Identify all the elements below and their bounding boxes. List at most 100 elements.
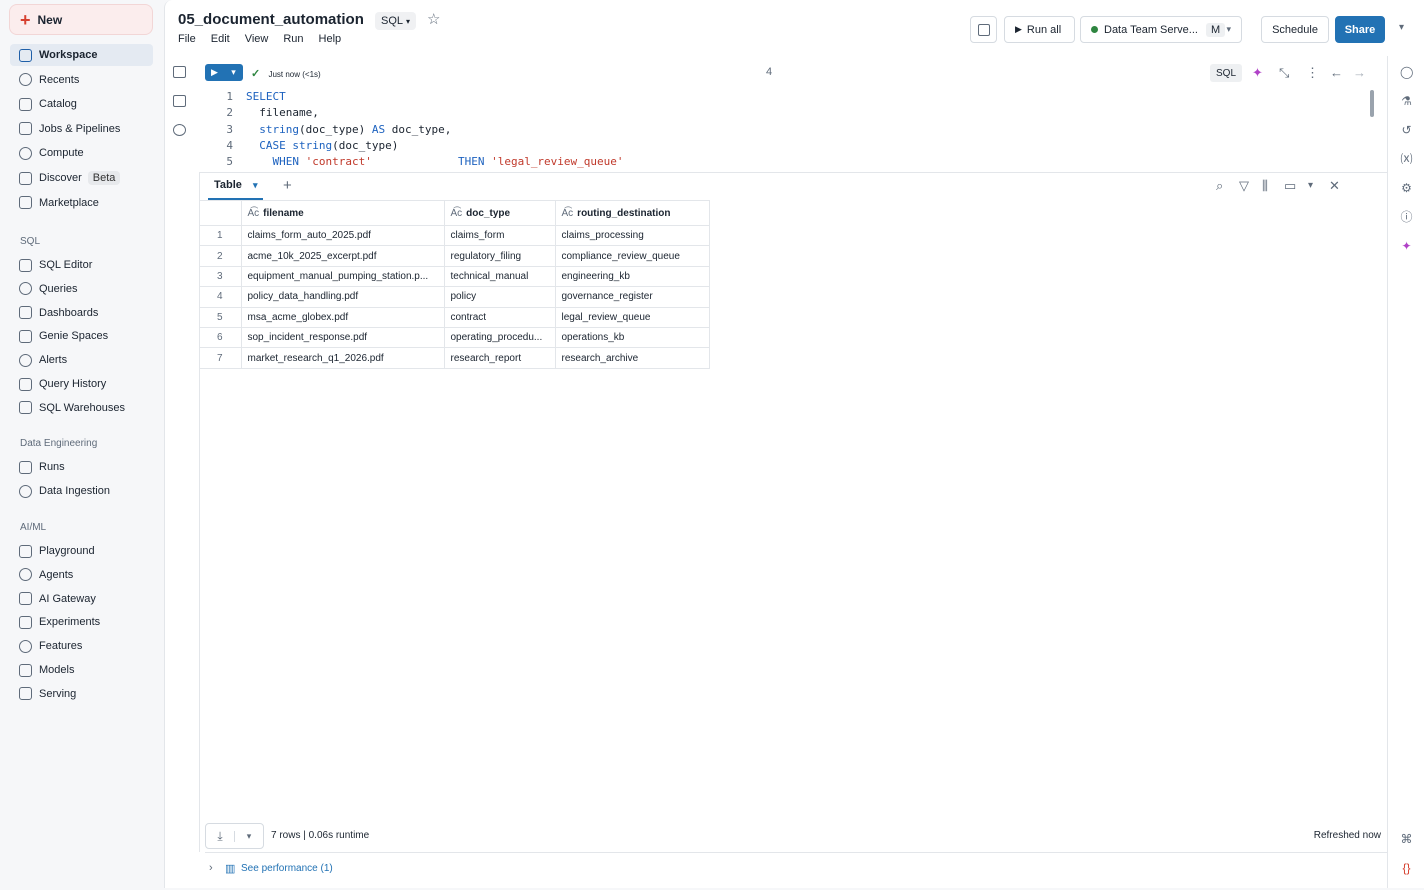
ai-gateway-icon xyxy=(19,592,32,606)
sidebar-item-agents[interactable]: Agents xyxy=(10,564,153,586)
search-icon[interactable]: ⌕ xyxy=(1216,178,1223,194)
folder-icon[interactable] xyxy=(173,95,186,107)
assistant-icon[interactable]: ✦ xyxy=(1400,240,1413,253)
table-row[interactable]: 4 policy_data_handling.pdf policy governanc… xyxy=(199,286,710,308)
panel-icon[interactable]: ▭ xyxy=(1284,178,1296,194)
table-row[interactable]: 3 equipment_manual_pumping_station.p... te… xyxy=(199,266,710,288)
sidebar-item-dashboards[interactable]: Dashboards xyxy=(10,302,153,324)
settings-sliders-icon[interactable]: ⚙ xyxy=(1400,182,1413,195)
history-icon[interactable]: ↺ xyxy=(1400,124,1413,137)
table-row[interactable]: 1 claims_form_auto_2025.pdf claims_form cla… xyxy=(199,225,710,247)
sidebar-item-marketplace[interactable]: Marketplace xyxy=(10,192,153,214)
editor-scrollbar[interactable] xyxy=(1370,90,1374,117)
see-performance-link[interactable]: See performance (1) xyxy=(241,863,333,874)
table-cell: policy_data_handling.pdf xyxy=(241,286,445,308)
table-of-contents-icon[interactable] xyxy=(173,66,186,78)
sidebar-item-models[interactable]: Models xyxy=(10,659,153,681)
sidebar-item-data-ingestion[interactable]: Data Ingestion xyxy=(10,480,153,502)
sidebar-item-query-history[interactable]: Query History xyxy=(10,373,153,395)
code-editor[interactable]: 1 SELECT 2 filename, 3 string (doc_type) AS … xyxy=(205,89,1370,170)
column-header-filename[interactable]: A͡c filename xyxy=(241,200,445,226)
command-icon[interactable]: ⌘ xyxy=(1400,833,1413,846)
code-line: 3 string (doc_type) AS doc_type, xyxy=(205,122,1370,138)
table-row[interactable]: 7 market_research_q1_2026.pdf research_rep… xyxy=(199,347,710,369)
menu-edit[interactable]: Edit xyxy=(211,33,230,45)
schedule-button[interactable]: Schedule xyxy=(1261,16,1329,43)
table-cell: research_report xyxy=(444,347,556,369)
column-header-doc-type[interactable]: A͡c doc_type xyxy=(444,200,556,226)
close-icon[interactable]: ✕ xyxy=(1329,178,1340,194)
tab-table[interactable]: Table ▾ xyxy=(214,179,258,191)
sidebar-item-compute[interactable]: Compute xyxy=(10,142,153,164)
menu-view[interactable]: View xyxy=(245,33,269,45)
sidebar-item-sql-warehouses[interactable]: SQL Warehouses xyxy=(10,397,153,419)
download-button[interactable]: ⤓ ▾ xyxy=(205,823,264,849)
star-icon[interactable]: ☆ xyxy=(427,10,440,28)
run-cell-button[interactable]: ▶ ▾ xyxy=(205,64,243,81)
shapes-icon[interactable] xyxy=(173,124,186,136)
table-cell: operations_kb xyxy=(555,327,710,349)
filter-icon[interactable]: ▽ xyxy=(1239,178,1249,194)
arrow-left-icon[interactable]: ← xyxy=(1330,65,1343,80)
table-cell: engineering_kb xyxy=(555,266,710,288)
left-rail xyxy=(173,66,191,153)
column-icon[interactable]: ⫼ xyxy=(1262,178,1268,194)
kebab-menu-icon[interactable]: ⋮ xyxy=(1306,65,1319,81)
cell-language-tag[interactable]: SQL xyxy=(1210,64,1243,82)
notebook-title[interactable]: 05_document_automation xyxy=(178,11,364,28)
menu-file[interactable]: File xyxy=(178,33,196,45)
table-row[interactable]: 6 sop_incident_response.pdf operating_proc… xyxy=(199,327,710,349)
table-cell: compliance_review_queue xyxy=(555,245,710,267)
sidebar-item-catalog[interactable]: Catalog xyxy=(10,93,153,115)
share-button[interactable]: Share xyxy=(1335,16,1385,43)
sidebar-item-genie-spaces[interactable]: Genie Spaces xyxy=(10,325,153,347)
collapse-icon[interactable]: ⤡ xyxy=(1279,65,1289,81)
sidebar-item-recents[interactable]: Recents xyxy=(10,69,153,91)
sidebar-item-label: Catalog xyxy=(39,98,77,111)
layout-toggle-button[interactable] xyxy=(970,16,997,43)
sidebar-item-label: SQL Editor xyxy=(39,259,93,271)
sidebar-item-jobs-pipelines[interactable]: Jobs & Pipelines xyxy=(10,118,153,140)
info-icon[interactable]: ⓘ xyxy=(1400,211,1413,224)
braces-icon[interactable]: {} xyxy=(1400,862,1413,875)
language-selector[interactable]: SQL ▾ xyxy=(375,12,417,30)
run-all-button[interactable]: ▶ Run all xyxy=(1004,16,1075,43)
row-number: 5 xyxy=(199,307,242,328)
table-header-row: A͡c filename A͡c doc_type A͡c routing_destina… xyxy=(199,200,710,226)
comment-icon[interactable]: ◯ xyxy=(1400,66,1413,79)
chevron-right-icon[interactable]: › xyxy=(209,862,213,874)
sidebar-item-label: AI Gateway xyxy=(39,592,96,605)
arrow-right-icon[interactable]: → xyxy=(1353,65,1366,80)
experiment-icon[interactable]: ⚗ xyxy=(1400,95,1413,108)
chevron-down-icon[interactable]: ▾ xyxy=(1399,22,1404,33)
code-token: 'legal_review_queue' xyxy=(491,155,624,169)
assistant-icon[interactable]: ✦ xyxy=(1252,65,1263,81)
variables-icon[interactable]: ⒳ xyxy=(1400,153,1413,166)
sidebar-item-label: Features xyxy=(39,640,83,653)
table-row[interactable]: 5 msa_acme_globex.pdf contract legal_review… xyxy=(199,307,710,328)
sidebar-item-sql-editor[interactable]: SQL Editor xyxy=(10,254,153,276)
sidebar-item-experiments[interactable]: Experiments xyxy=(10,611,153,633)
sidebar-item-queries[interactable]: Queries xyxy=(10,278,153,300)
agents-icon xyxy=(19,568,32,582)
code-token: doc_type, xyxy=(385,122,452,136)
add-visualization-icon[interactable]: + xyxy=(283,177,292,194)
sidebar-item-playground[interactable]: Playground xyxy=(10,540,153,562)
sidebar-item-workspace[interactable]: Workspace xyxy=(10,44,153,66)
sidebar-item-runs[interactable]: Runs xyxy=(10,456,153,478)
sidebar-item-alerts[interactable]: Alerts xyxy=(10,349,153,371)
sidebar-item-features[interactable]: Features xyxy=(10,635,153,657)
chevron-down-icon[interactable]: ▾ xyxy=(1308,180,1313,191)
sidebar-item-serving[interactable]: Serving xyxy=(10,683,153,705)
sidebar-item-discover[interactable]: Discover Beta xyxy=(10,167,153,189)
compute-selector[interactable]: Data Team Serve... M ▾ xyxy=(1080,16,1242,43)
menu-help[interactable]: Help xyxy=(319,33,342,45)
table-row[interactable]: 2 acme_10k_2025_excerpt.pdf regulatory_fil… xyxy=(199,245,710,267)
column-header-routing-destination[interactable]: A͡c routing_destination xyxy=(555,200,710,226)
sidebar-item-label: Recents xyxy=(39,73,80,86)
sidebar-item-label: Serving xyxy=(39,687,77,700)
menu-run[interactable]: Run xyxy=(283,33,303,45)
sidebar-item-ai-gateway[interactable]: AI Gateway xyxy=(10,588,153,610)
new-button[interactable]: + New xyxy=(9,4,153,35)
